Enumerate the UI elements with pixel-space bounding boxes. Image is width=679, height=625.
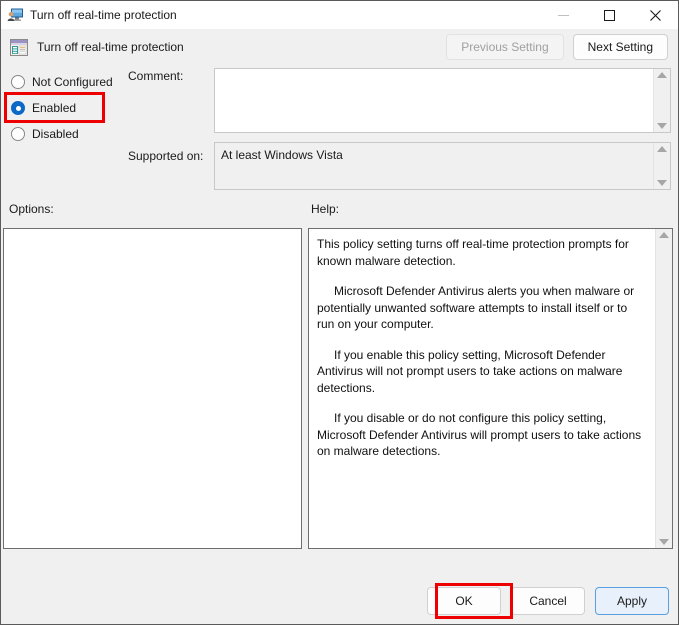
radio-mark-not-configured[interactable] (11, 75, 25, 89)
help-panel-scrollbar[interactable] (655, 229, 672, 548)
radio-not-configured[interactable]: Not Configured (9, 69, 124, 95)
dialog-action-buttons: OK Cancel Apply (427, 587, 669, 615)
next-setting-button[interactable]: Next Setting (572, 34, 668, 60)
window-title: Turn off real-time protection (30, 8, 177, 22)
help-panel-content: This policy setting turns off real-time … (309, 229, 655, 548)
comment-scrollbar[interactable] (653, 69, 670, 132)
ok-button[interactable]: OK (427, 587, 501, 615)
policy-user-monitor-icon (7, 7, 24, 23)
comment-field[interactable] (214, 68, 671, 133)
policy-setting-icon (10, 38, 28, 56)
radio-enabled[interactable]: Enabled (9, 95, 124, 121)
setting-title: Turn off real-time protection (37, 40, 184, 54)
supported-on-field: At least Windows Vista (214, 142, 671, 190)
minimize-icon (557, 14, 569, 16)
help-paragraph-4: If you disable or do not configure this … (317, 411, 642, 458)
comment-label: Comment: (128, 69, 184, 83)
caption-button-group (540, 1, 678, 29)
scroll-down-icon[interactable] (657, 180, 667, 186)
supported-on-value: At least Windows Vista (221, 148, 343, 162)
scroll-down-icon[interactable] (657, 123, 667, 129)
minimize-button[interactable] (540, 1, 586, 29)
radio-mark-disabled[interactable] (11, 127, 25, 141)
help-paragraph-1: This policy setting turns off real-time … (317, 237, 629, 268)
scroll-up-icon[interactable] (657, 146, 667, 152)
options-panel-content (4, 229, 301, 548)
group-policy-setting-dialog: Turn off real-time protection Turn off r… (0, 0, 679, 625)
help-panel[interactable]: This policy setting turns off real-time … (308, 228, 673, 549)
setting-state-and-metadata: Not Configured Enabled Disabled Comment:… (1, 65, 678, 198)
cancel-button[interactable]: Cancel (511, 587, 585, 615)
radio-label-not-configured: Not Configured (32, 75, 113, 89)
panel-row: This policy setting turns off real-time … (1, 228, 678, 578)
supported-on-scrollbar[interactable] (653, 143, 670, 189)
scroll-up-icon[interactable] (659, 232, 669, 238)
help-label: Help: (311, 202, 340, 216)
close-button[interactable] (632, 1, 678, 29)
previous-setting-button[interactable]: Previous Setting (446, 34, 564, 60)
radio-label-enabled: Enabled (32, 101, 77, 115)
title-bar: Turn off real-time protection (1, 1, 678, 29)
apply-button[interactable]: Apply (595, 587, 669, 615)
scroll-up-icon[interactable] (657, 72, 667, 78)
dialog-footer: OK Cancel Apply (1, 578, 678, 624)
options-panel[interactable] (3, 228, 302, 549)
setting-header: Turn off real-time protection Previous S… (1, 29, 678, 65)
scroll-down-icon[interactable] (659, 539, 669, 545)
maximize-button[interactable] (586, 1, 632, 29)
radio-disabled[interactable]: Disabled (9, 121, 124, 147)
radio-mark-enabled[interactable] (11, 101, 25, 115)
panel-label-row: Options: Help: (1, 198, 678, 228)
close-icon (649, 9, 661, 21)
maximize-icon (603, 9, 615, 21)
help-paragraph-2: Microsoft Defender Antivirus alerts you … (317, 284, 635, 331)
setting-nav-buttons: Previous Setting Next Setting (446, 34, 668, 60)
comment-value[interactable] (215, 69, 653, 132)
supported-on-label: Supported on: (128, 149, 204, 163)
options-label: Options: (9, 202, 54, 216)
radio-label-disabled: Disabled (32, 127, 79, 141)
help-paragraph-3: If you enable this policy setting, Micro… (317, 347, 623, 395)
state-radio-group: Not Configured Enabled Disabled (9, 69, 124, 147)
